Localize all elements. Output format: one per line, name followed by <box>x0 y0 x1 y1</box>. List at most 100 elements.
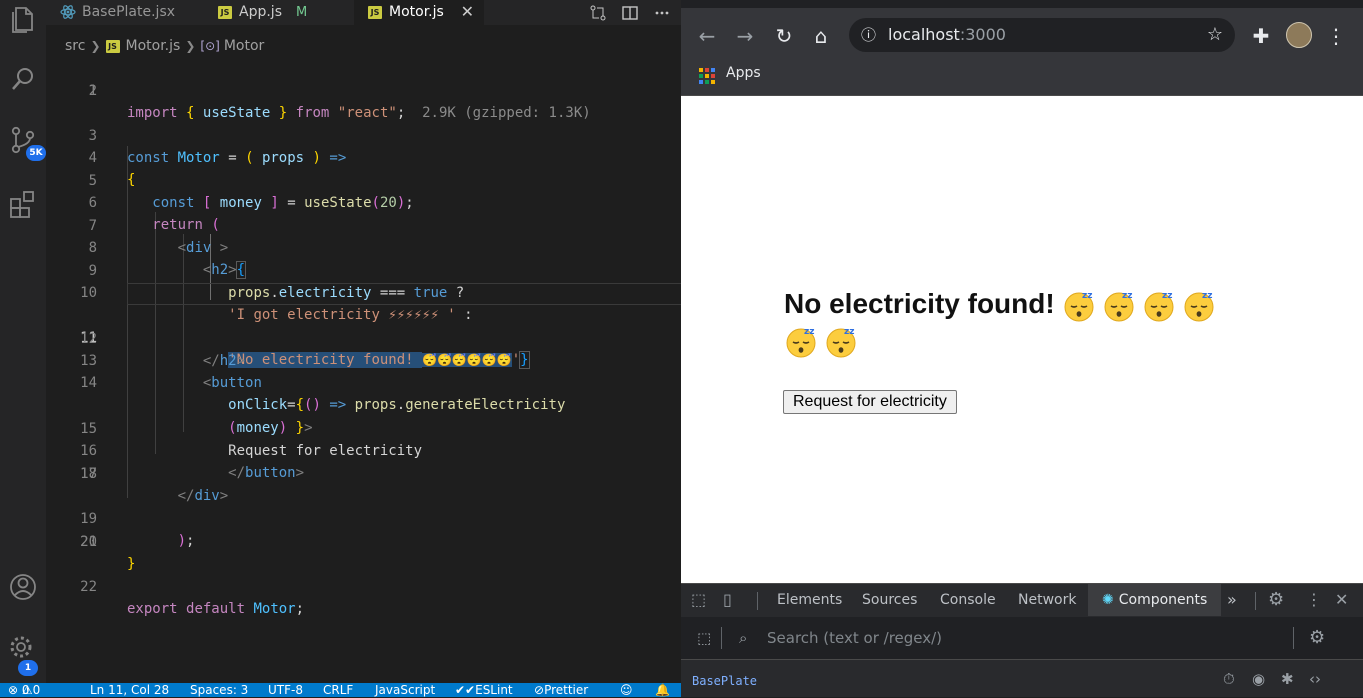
code-line: 1 import { useState } from "react"; 2.9K… <box>46 58 681 121</box>
prettier-status[interactable]: ⊘ Prettier <box>534 683 588 697</box>
search-input[interactable]: Search (text or /regex/) <box>767 617 942 659</box>
browser-tab-strip <box>681 0 1363 8</box>
notifications-bell-icon[interactable]: 🔔 <box>655 683 670 697</box>
code-line: 19 ); <box>46 486 681 549</box>
divider <box>1293 627 1294 649</box>
tab-label: Motor.js <box>389 4 444 20</box>
extensions-icon[interactable] <box>4 186 42 224</box>
heading-text: No electricity found! <box>784 288 1055 319</box>
code-line: 12 </h2> <box>46 306 681 369</box>
scm-badge: 5K <box>26 145 46 161</box>
breadcrumb: src ❯ JS Motor.js ❯ [⊙] Motor <box>46 36 681 56</box>
line-number: 21 <box>80 534 97 550</box>
apps-grid-icon[interactable] <box>697 66 717 86</box>
code-line: 18 <box>46 463 681 485</box>
problems-indicator[interactable]: ⊗ 0 ⚠ 0 <box>8 683 40 697</box>
back-arrow-icon[interactable]: ← <box>693 22 721 50</box>
sleeping-face-icon: zz <box>824 325 858 359</box>
devtools-tab-bar: ⬚ ▯ Elements Sources Console Network ✺ Co… <box>681 584 1363 618</box>
code-line: 6 return ( <box>46 170 681 233</box>
tab-network[interactable]: Network <box>1018 584 1076 616</box>
extensions-puzzle-icon[interactable]: ✚ <box>1247 22 1275 50</box>
eslint-status[interactable]: ✔✔ ESLint <box>455 683 513 697</box>
js-file-icon: JS <box>368 5 382 19</box>
breadcrumb-folder[interactable]: src <box>65 38 85 54</box>
home-icon[interactable]: ⌂ <box>807 22 835 50</box>
select-component-icon[interactable]: ⬚ <box>697 617 711 659</box>
bookmarks-bar: Apps <box>681 62 1363 96</box>
status-bar: ⊗ 0 ⚠ 0 Ln 11, Col 28 Spaces: 3 UTF-8 CR… <box>0 683 681 697</box>
explorer-icon[interactable] <box>4 0 42 38</box>
components-settings-gear-icon[interactable]: ⚙ <box>1309 617 1325 659</box>
breadcrumb-symbol[interactable]: Motor <box>224 38 264 54</box>
line-number: 22 <box>80 579 97 595</box>
devtools-panel: ⬚ ▯ Elements Sources Console Network ✺ Co… <box>681 583 1363 697</box>
code-line: 9 props.electricity === true ? <box>46 238 681 301</box>
bookmark-star-icon[interactable]: ☆ <box>1207 18 1223 52</box>
close-icon[interactable]: ✕ <box>461 0 474 24</box>
feedback-icon[interactable]: ☺ <box>620 683 633 697</box>
bug-icon[interactable]: ✱ <box>1281 670 1294 688</box>
account-icon[interactable] <box>4 568 42 606</box>
tab-app[interactable]: JS App.js M <box>205 0 349 25</box>
eye-icon[interactable]: ◉ <box>1252 670 1265 688</box>
svg-text:zz: zz <box>1202 291 1212 301</box>
browser-toolbar: ← → ↻ ⌂ ⓘ localhost:3000 ☆ ✚ ⋮ <box>681 0 1363 62</box>
url-text: localhost:3000 <box>888 25 1006 44</box>
forward-arrow-icon[interactable]: → <box>731 22 759 50</box>
more-tabs-icon[interactable]: » <box>1227 584 1237 616</box>
stopwatch-icon[interactable]: ⏱ <box>1223 670 1235 688</box>
js-file-icon: JS <box>105 39 120 53</box>
react-file-icon <box>60 5 76 19</box>
tab-baseplate[interactable]: BasePlate.jsx <box>46 0 196 25</box>
svg-text:zz: zz <box>844 327 854 337</box>
chevron-right-icon: ❯ <box>185 39 196 53</box>
breadcrumb-file[interactable]: Motor.js <box>126 38 181 54</box>
components-search-bar[interactable]: ⬚ ⌕ Search (text or /regex/) ⚙ <box>681 617 1363 660</box>
tab-sources[interactable]: Sources <box>862 584 917 616</box>
code-line: 17 </div> <box>46 441 681 504</box>
code-editor[interactable]: 1 import { useState } from "react"; 2.9K… <box>46 58 723 683</box>
split-editor-icon[interactable] <box>621 4 639 22</box>
tab-console[interactable]: Console <box>940 584 996 616</box>
eol-setting[interactable]: CRLF <box>323 683 353 697</box>
site-info-icon[interactable]: ⓘ <box>861 18 876 52</box>
view-source-icon[interactable]: ‹› <box>1309 670 1321 688</box>
sleeping-face-icon: zz <box>1102 289 1136 323</box>
language-mode[interactable]: JavaScript <box>375 683 435 697</box>
code-line-active: 11 'No electricity found! 😴😴😴😴😴😴'} <box>46 283 723 369</box>
tab-label: BasePlate.jsx <box>82 4 176 20</box>
tree-node-baseplate[interactable]: BasePlate <box>692 674 757 688</box>
more-actions-icon[interactable] <box>653 4 671 22</box>
indentation-setting[interactable]: Spaces: 3 <box>190 683 248 697</box>
device-toolbar-icon[interactable]: ▯ <box>723 584 732 616</box>
cursor-position[interactable]: Ln 11, Col 28 <box>90 683 169 697</box>
address-bar[interactable]: ⓘ localhost:3000 ☆ <box>849 18 1235 52</box>
search-icon[interactable] <box>4 60 42 98</box>
tab-elements[interactable]: Elements <box>777 584 842 616</box>
sleeping-face-icon: zz <box>1182 289 1216 323</box>
request-electricity-button[interactable]: Request for electricity <box>783 390 957 414</box>
devtools-settings-gear-icon[interactable]: ⚙ <box>1268 584 1284 616</box>
devtools-menu-icon[interactable]: ⋮ <box>1306 584 1322 616</box>
component-tree: BasePlate ⏱ ◉ ✱ ‹› <box>681 660 1363 698</box>
source-control-icon[interactable]: 5K <box>4 121 46 161</box>
inspect-element-icon[interactable]: ⬚ <box>691 584 706 616</box>
line-number: 2 <box>88 83 97 99</box>
code-line: 21 <box>46 531 681 553</box>
code-line: 22 export default Motor; <box>46 554 681 617</box>
editor-tab-bar: BasePlate.jsx JS App.js M JS Motor.js ✕ <box>46 0 681 25</box>
avatar[interactable] <box>1286 22 1312 48</box>
compare-changes-icon[interactable] <box>589 4 607 22</box>
bookmark-apps[interactable]: Apps <box>726 62 761 84</box>
tab-motor[interactable]: JS Motor.js ✕ <box>354 0 484 25</box>
close-devtools-icon[interactable]: ✕ <box>1335 584 1348 616</box>
settings-gear-icon[interactable]: 1 <box>4 630 42 676</box>
tab-components[interactable]: ✺ Components <box>1088 584 1222 616</box>
reload-icon[interactable]: ↻ <box>770 22 798 50</box>
code-line: 13 <button <box>46 328 681 391</box>
react-components-icon: ✺ <box>1102 592 1114 608</box>
encoding-setting[interactable]: UTF-8 <box>268 683 303 697</box>
line-number: 18 <box>80 466 97 482</box>
browser-menu-icon[interactable]: ⋮ <box>1322 22 1350 50</box>
